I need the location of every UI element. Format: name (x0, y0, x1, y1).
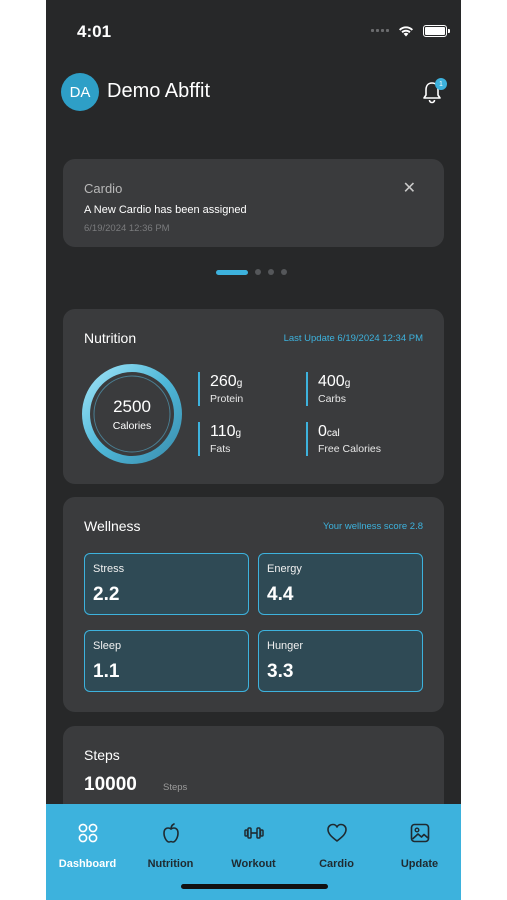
wellness-title: Wellness (84, 518, 141, 534)
battery-icon (423, 24, 450, 37)
steps-title: Steps (84, 747, 120, 763)
tab-update[interactable]: Update (378, 804, 461, 900)
notification-card[interactable]: Cardio A New Cardio has been assigned 6/… (63, 159, 444, 247)
carousel-dot[interactable] (255, 269, 261, 275)
macro-fats: 110g Fats (198, 422, 241, 456)
calories-value: 2500 (113, 396, 151, 416)
macro-unit: g (235, 428, 242, 439)
steps-unit: Steps (163, 782, 188, 793)
wellness-value: 2.2 (93, 584, 120, 605)
wellness-label: Energy (267, 563, 302, 575)
wellness-tile-stress[interactable]: Stress 2.2 (84, 553, 249, 615)
wifi-icon (399, 26, 413, 37)
nutrition-card[interactable]: Nutrition Last Update 6/19/2024 12:34 PM… (63, 309, 444, 484)
macro-carbs: 400g Carbs (306, 372, 350, 406)
macro-value: 0 (318, 423, 327, 440)
calories-label: Calories (112, 419, 152, 432)
notification-title: Cardio (84, 181, 123, 196)
avatar[interactable]: DA (61, 73, 99, 111)
macro-unit: g (344, 378, 351, 389)
phone-screen: 4:01 DA Demo Abffit 1 Cardio A New Cardi… (46, 0, 461, 900)
wellness-label: Hunger (267, 640, 304, 652)
home-indicator (181, 884, 328, 889)
carousel-indicator (216, 269, 287, 275)
macro-unit: g (236, 378, 243, 389)
wellness-value: 1.1 (93, 661, 120, 682)
tab-dashboard[interactable]: Dashboard (46, 804, 129, 900)
heart-icon (326, 823, 347, 842)
close-icon[interactable]: ✕ (403, 181, 416, 197)
image-icon (410, 823, 429, 843)
dumbbell-icon (243, 827, 264, 839)
macro-label: Carbs (318, 393, 347, 405)
carousel-dot[interactable] (216, 269, 248, 275)
wellness-label: Sleep (93, 640, 122, 652)
tab-label: Workout (231, 858, 276, 870)
tab-label: Cardio (319, 858, 354, 870)
dashboard-icon (78, 823, 97, 843)
wellness-label: Stress (93, 563, 125, 575)
wellness-score: Your wellness score 2.8 (323, 521, 423, 532)
wellness-tile-sleep[interactable]: Sleep 1.1 (84, 630, 249, 692)
signal-icon (371, 29, 389, 32)
macro-label: Protein (210, 393, 244, 405)
macro-value: 110 (210, 423, 236, 440)
steps-value: 10000 (84, 774, 137, 795)
macro-value: 400 (318, 373, 345, 390)
status-time: 4:01 (77, 22, 112, 41)
tab-label: Dashboard (58, 858, 117, 870)
tab-label: Update (400, 858, 439, 870)
wellness-value: 4.4 (267, 584, 294, 605)
calories-summary: 2500 Calories (79, 361, 185, 467)
notification-message: A New Cardio has been assigned (84, 204, 247, 216)
nutrition-title: Nutrition (84, 330, 137, 346)
carousel-dot[interactable] (281, 269, 287, 275)
tab-label: Nutrition (147, 858, 194, 870)
macro-value: 260 (210, 373, 237, 390)
macro-unit: cal (326, 428, 340, 439)
wellness-value: 3.3 (267, 661, 294, 682)
nutrition-last-update: Last Update 6/19/2024 12:34 PM (283, 333, 423, 344)
carousel-dot[interactable] (268, 269, 274, 275)
status-icons (371, 24, 450, 37)
macro-label: Free Calories (318, 443, 382, 455)
notification-badge: 1 (435, 78, 447, 90)
macro-free-calories: 0cal Free Calories (306, 422, 381, 456)
wellness-tile-hunger[interactable]: Hunger 3.3 (258, 630, 423, 692)
macro-protein: 260g Protein (198, 372, 243, 406)
notification-timestamp: 6/19/2024 12:36 PM (84, 223, 170, 234)
macro-label: Fats (210, 443, 231, 455)
wellness-card[interactable]: Wellness Your wellness score 2.8 Stress … (63, 497, 444, 712)
apple-icon (162, 823, 179, 843)
user-name: Demo Abffit (107, 80, 211, 102)
wellness-tile-energy[interactable]: Energy 4.4 (258, 553, 423, 615)
